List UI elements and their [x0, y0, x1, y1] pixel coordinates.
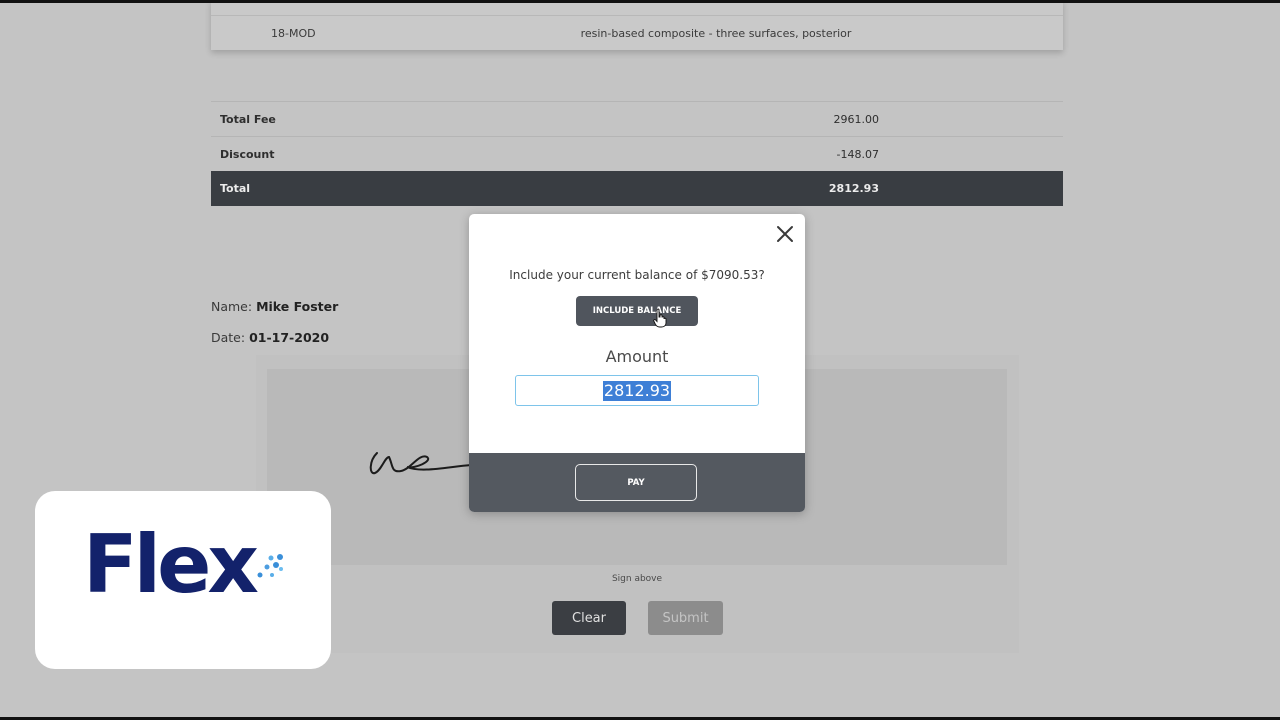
brand-logo-text: Flex [83, 518, 259, 611]
close-icon[interactable] [775, 224, 795, 244]
brand-logo-card: Flex [35, 491, 331, 669]
total-label: Total [220, 182, 251, 195]
discount-value: -148.07 [836, 148, 879, 161]
visit-date: Date: 01-17-2020 [211, 330, 329, 345]
page-backdrop: 18-MOD resin-based composite - three sur… [0, 3, 1280, 717]
table-row: Total Fee 2961.00 [211, 101, 1063, 136]
submit-button[interactable]: Submit [648, 601, 723, 635]
discount-label: Discount [220, 148, 275, 161]
modal-footer: PAY [469, 453, 805, 512]
amount-value: 2812.93 [602, 380, 672, 401]
totals-table: Total Fee 2961.00 Discount -148.07 Total… [211, 101, 1063, 206]
payment-modal: Include your current balance of $7090.53… [469, 214, 805, 512]
date-label: Date: [211, 330, 246, 345]
total-fee-value: 2961.00 [833, 113, 880, 126]
clear-button[interactable]: Clear [552, 601, 626, 635]
table-row: Total 2812.93 [211, 171, 1063, 206]
patient-name: Name: Mike Foster [211, 299, 338, 314]
amount-label: Amount [605, 347, 669, 366]
logo-dots-icon [257, 554, 283, 578]
signature-stroke [369, 452, 472, 475]
row-divider [211, 15, 1063, 16]
procedure-description: resin-based composite - three surfaces, … [580, 27, 852, 40]
procedure-table: 18-MOD resin-based composite - three sur… [211, 3, 1063, 50]
balance-prompt: Include your current balance of $7090.53… [509, 268, 765, 282]
pay-button[interactable]: PAY [575, 464, 697, 501]
procedure-code: 18-MOD [271, 27, 316, 40]
name-label: Name: [211, 299, 253, 314]
name-value: Mike Foster [256, 299, 339, 314]
table-row: Discount -148.07 [211, 136, 1063, 171]
hand-cursor-icon [653, 308, 667, 328]
include-balance-button[interactable]: INCLUDE BALANCE [576, 296, 698, 326]
total-value: 2812.93 [828, 182, 879, 195]
sign-above-hint: Sign above [611, 574, 663, 584]
amount-input[interactable]: 2812.93 [515, 375, 759, 406]
total-fee-label: Total Fee [220, 113, 276, 126]
date-value: 01-17-2020 [249, 330, 330, 345]
